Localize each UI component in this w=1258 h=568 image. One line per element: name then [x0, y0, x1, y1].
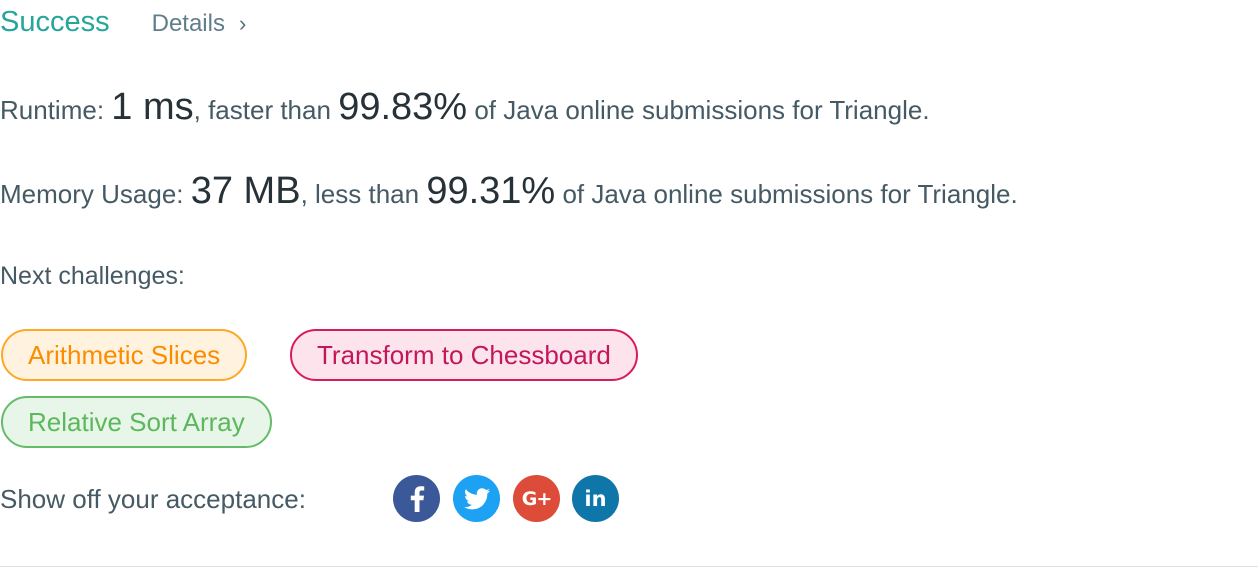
runtime-value: 1 ms — [111, 86, 194, 128]
runtime-comparison: , faster than — [193, 95, 331, 125]
runtime-suffix: of Java online submissions for Triangle. — [474, 95, 930, 125]
memory-comparison: , less than — [300, 179, 420, 209]
memory-stat: Memory Usage: 37 MB, less than 99.31% of… — [0, 170, 1018, 213]
twitter-icon — [463, 487, 490, 509]
details-link[interactable]: Details › — [152, 10, 247, 38]
divider — [0, 566, 1258, 567]
share-label: Show off your acceptance: — [0, 484, 306, 514]
result-header: Success Details › — [0, 6, 246, 39]
runtime-label: Runtime: — [0, 95, 105, 125]
memory-label: Memory Usage: — [0, 179, 184, 209]
submission-result: Success Details › Runtime: 1 ms, faster … — [0, 0, 1258, 568]
challenge-transform-to-chessboard[interactable]: Transform to Chessboard — [290, 329, 638, 381]
share-google-plus-button[interactable]: G+ — [513, 475, 560, 522]
status-text: Success — [0, 6, 110, 38]
details-label: Details — [151, 10, 225, 37]
google-plus-icon: G+ — [521, 487, 552, 510]
memory-value: 37 MB — [190, 170, 301, 212]
facebook-icon — [410, 485, 424, 512]
runtime-percent: 99.83% — [338, 86, 468, 128]
memory-suffix: of Java online submissions for Triangle. — [562, 179, 1018, 209]
challenge-relative-sort-array[interactable]: Relative Sort Array — [1, 396, 272, 448]
memory-percent: 99.31% — [426, 170, 556, 212]
runtime-stat: Runtime: 1 ms, faster than 99.83% of Jav… — [0, 86, 930, 129]
next-challenges-label: Next challenges: — [0, 262, 185, 290]
share-twitter-button[interactable] — [453, 475, 500, 522]
linkedin-icon: in — [584, 486, 607, 511]
chevron-right-icon: › — [238, 11, 247, 36]
share-facebook-button[interactable] — [393, 475, 440, 522]
share-linkedin-button[interactable]: in — [572, 475, 619, 522]
challenge-arithmetic-slices[interactable]: Arithmetic Slices — [1, 329, 248, 381]
